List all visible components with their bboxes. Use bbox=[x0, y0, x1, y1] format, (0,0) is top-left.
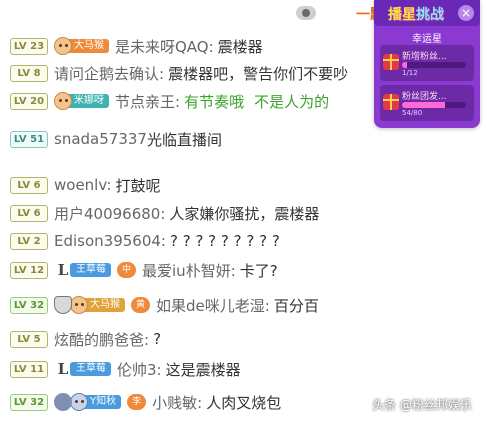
chat-message: ? ? ? ? ? ? ? ? ? bbox=[169, 232, 280, 250]
coin-icon bbox=[54, 393, 72, 411]
avatar-icon bbox=[70, 393, 88, 411]
fan-badge: 王草莓 bbox=[70, 360, 111, 378]
chat-message: 人肉叉烧包 bbox=[206, 393, 282, 412]
chat-message: 人家嫌你骚扰，震楼器 bbox=[169, 204, 320, 223]
challenge-title-b: 挑战 bbox=[416, 7, 444, 23]
challenge-panel[interactable]: 播星挑战 × 幸运星 新增粉丝... 1/12 粉丝团发... 54/80 bbox=[374, 0, 480, 128]
shield-icon bbox=[54, 296, 72, 314]
fan-badge: 大马猴 bbox=[70, 296, 125, 314]
chat-username[interactable]: 用户40096680: bbox=[54, 203, 165, 224]
chat-row: LV 23 大马猴 是未来呀QAQ: 震楼器 bbox=[10, 32, 263, 60]
level-badge: LV 32 bbox=[10, 296, 48, 314]
chat-message: 百分百 bbox=[273, 296, 319, 315]
chat-row: LV 5 炫酷的鹏爸爸: ? bbox=[10, 325, 161, 353]
rank-l-icon: L bbox=[57, 261, 69, 279]
chat-row: LV 11 L 王草莓 伦帅3: 这是震楼器 bbox=[10, 355, 241, 383]
challenge-task[interactable]: 新增粉丝... 1/12 bbox=[380, 45, 474, 81]
fan-badge-name: 米娜呀 bbox=[68, 94, 109, 108]
chat-row: LV 20 米娜呀 节点亲王: 有节奏哦 不是人为的 bbox=[10, 87, 329, 115]
chat-message-extra: 不是人为的 bbox=[254, 92, 330, 111]
role-tag: 李 bbox=[127, 394, 147, 410]
fan-badge-name: 王草莓 bbox=[70, 263, 111, 277]
chat-row: LV 6 woenlv: 打鼓呢 bbox=[10, 171, 160, 199]
chat-message: 这是震楼器 bbox=[165, 360, 241, 379]
chat-username[interactable]: 如果de咪儿老湿: bbox=[156, 295, 270, 316]
chat-username[interactable]: Edison395604: bbox=[54, 232, 166, 250]
chat-message: 光临直播间 bbox=[146, 130, 222, 149]
close-icon[interactable]: × bbox=[458, 5, 474, 21]
level-badge: LV 51 bbox=[10, 130, 48, 148]
task-progress-fill bbox=[402, 102, 446, 108]
chat-message: 打鼓呢 bbox=[115, 176, 161, 195]
level-badge: LV 6 bbox=[10, 204, 48, 222]
level-badge: LV 8 bbox=[10, 64, 48, 82]
level-badge: LV 32 bbox=[10, 393, 48, 411]
task-progress-bar bbox=[402, 102, 466, 108]
gift-icon bbox=[383, 94, 399, 110]
chat-username[interactable]: 节点亲王: bbox=[115, 91, 180, 112]
level-badge: LV 12 bbox=[10, 261, 48, 279]
level-badge: LV 6 bbox=[10, 176, 48, 194]
watermark: 头条 @粉丝邦娱乐 bbox=[372, 398, 472, 412]
role-tag: 黄 bbox=[131, 297, 151, 313]
fan-badge: 米娜呀 bbox=[54, 92, 109, 110]
role-tag: 中 bbox=[117, 262, 137, 278]
challenge-task[interactable]: 粉丝团发... 54/80 bbox=[380, 85, 474, 121]
level-badge: LV 2 bbox=[10, 232, 48, 250]
chat-username[interactable]: 伦帅3: bbox=[117, 359, 162, 380]
chat-row: LV 51 snada57337 光临直播间 bbox=[10, 125, 222, 153]
fan-badge-name: Y知秋 bbox=[84, 395, 122, 409]
challenge-title-a: 播星 bbox=[388, 7, 416, 23]
chat-username[interactable]: woenlv: bbox=[54, 176, 111, 194]
chat-username[interactable]: snada57337 bbox=[54, 130, 147, 148]
task-count: 54/80 bbox=[402, 109, 423, 117]
task-label: 新增粉丝... bbox=[402, 52, 447, 62]
avatar-icon bbox=[54, 92, 72, 110]
chat-row: LV 32 Y知秋 李 小贱敏: 人肉叉烧包 bbox=[10, 388, 281, 416]
level-badge: LV 23 bbox=[10, 37, 48, 55]
toggle-icon[interactable] bbox=[296, 6, 316, 20]
chat-message: 有节奏哦 bbox=[184, 92, 245, 111]
chat-row: LV 2 Edison395604: ? ? ? ? ? ? ? ? ? bbox=[10, 227, 280, 255]
monkey-icon bbox=[54, 37, 72, 55]
chat-row: LV 12 L 王草莓 中 最爱iu朴智妍: 卡了? bbox=[10, 256, 278, 284]
chat-row: LV 32 大马猴 黄 如果de咪儿老湿: 百分百 bbox=[10, 291, 319, 319]
chat-username[interactable]: 最爱iu朴智妍: bbox=[142, 260, 236, 281]
fan-badge: Y知秋 bbox=[70, 393, 122, 411]
task-label: 粉丝团发... bbox=[402, 92, 447, 102]
chat-message: 震楼器吧，警告你们不要吵 bbox=[168, 64, 349, 83]
level-badge: LV 5 bbox=[10, 330, 48, 348]
monkey-icon bbox=[70, 296, 88, 314]
fan-badge: 大马猴 bbox=[54, 37, 109, 55]
chat-row: LV 8 请问企鹅去确认: 震楼器吧，警告你们不要吵 bbox=[10, 59, 348, 87]
challenge-subtitle: 幸运星 bbox=[412, 34, 442, 45]
task-progress-bar bbox=[402, 62, 466, 68]
level-badge: LV 11 bbox=[10, 360, 48, 378]
task-progress-fill bbox=[402, 62, 408, 68]
chat-message: 震楼器 bbox=[217, 37, 263, 56]
chat-message: ? bbox=[153, 330, 162, 348]
fan-badge-name: 大马猴 bbox=[68, 39, 109, 53]
gift-icon bbox=[383, 54, 399, 70]
chat-username[interactable]: 小贱敏: bbox=[152, 392, 202, 413]
task-count: 1/12 bbox=[402, 69, 418, 77]
challenge-title: 播星挑战 bbox=[388, 4, 444, 24]
chat-username[interactable]: 是未来呀QAQ: bbox=[115, 36, 214, 57]
rank-l-icon: L bbox=[57, 360, 69, 378]
challenge-panel-header: 播星挑战 × bbox=[374, 0, 480, 26]
chat-username[interactable]: 请问企鹅去确认: bbox=[54, 63, 164, 84]
fan-badge-name: 王草莓 bbox=[70, 362, 111, 376]
chat-username[interactable]: 炫酷的鹏爸爸: bbox=[54, 329, 149, 350]
level-badge: LV 20 bbox=[10, 92, 48, 110]
fan-badge-name: 大马猴 bbox=[84, 298, 125, 312]
chat-message: 卡了? bbox=[239, 261, 278, 280]
chat-row: LV 6 用户40096680: 人家嫌你骚扰，震楼器 bbox=[10, 199, 319, 227]
fan-badge: 王草莓 bbox=[70, 261, 111, 279]
